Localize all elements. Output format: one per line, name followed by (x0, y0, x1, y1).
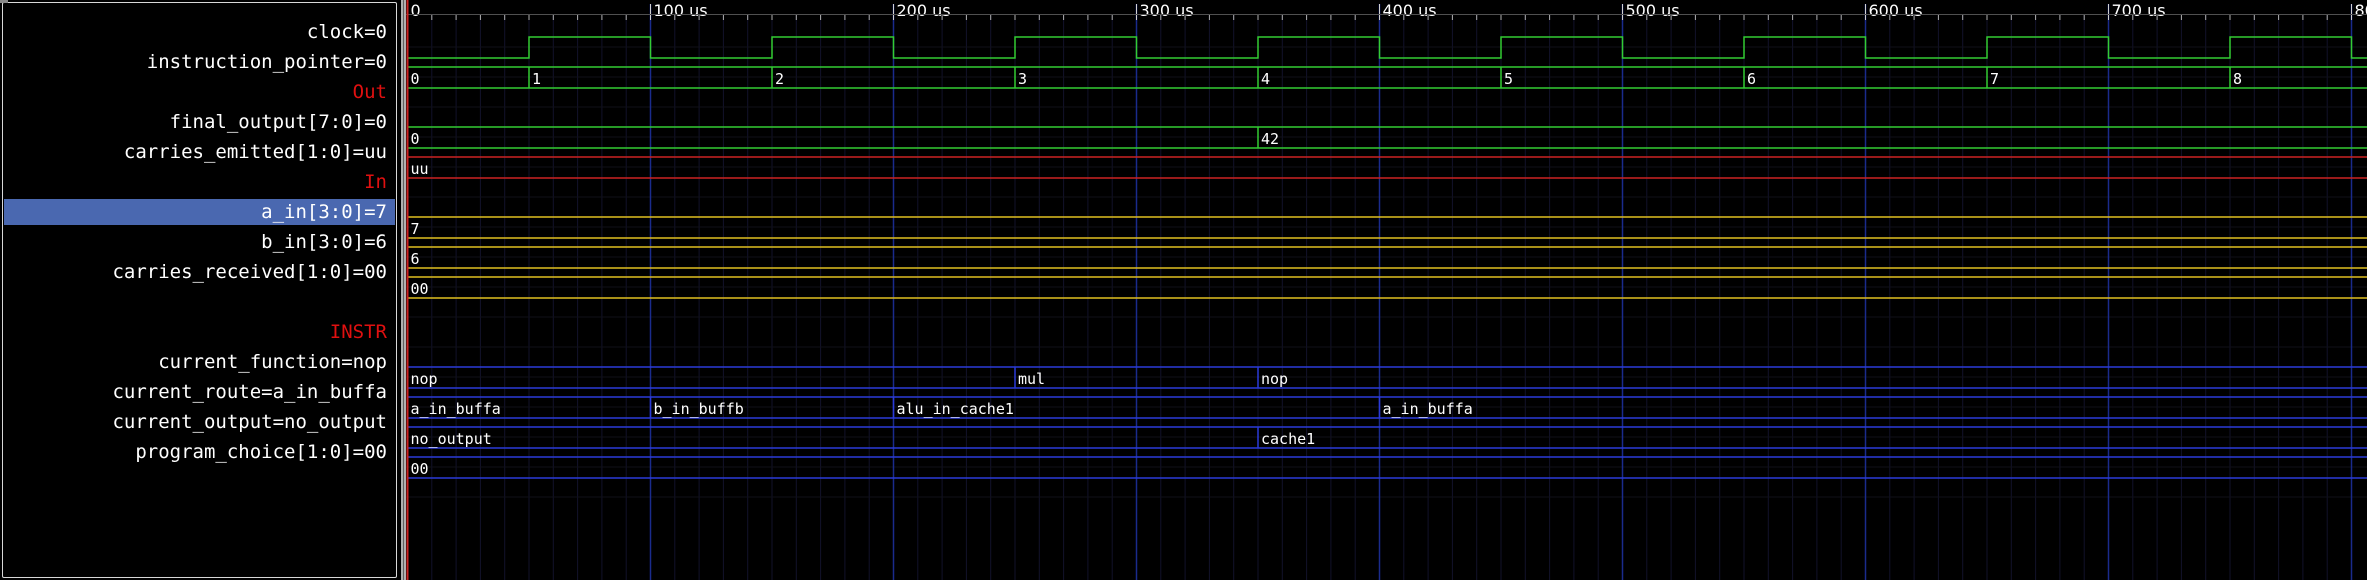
bus-value-label: 0 (411, 130, 420, 148)
bus-value-label: 42 (1261, 130, 1279, 148)
signal-value: no_output (284, 411, 387, 433)
signal-value: 6 (375, 231, 387, 253)
bus-value-label: 4 (1261, 70, 1270, 88)
signal-name: carries_emitted[1:0] (123, 141, 353, 163)
group-label-grp_out: Out (353, 79, 387, 105)
signal-value: 0 (375, 21, 387, 43)
bus-value-label: uu (411, 160, 429, 178)
equals-sign: = (364, 51, 376, 73)
signal-value: 00 (364, 261, 387, 283)
signal-name: current_function (158, 351, 342, 373)
signal-value: 0 (375, 111, 387, 133)
bus-value-label: 6 (1747, 70, 1756, 88)
group-label-grp_instr: INSTR (330, 319, 387, 345)
ruler-time-label: 600 us (1869, 1, 1923, 20)
bus-value-label: 0 (411, 70, 420, 88)
signal-row-b_in[interactable]: b_in[3:0]=6 (261, 229, 387, 255)
signal-value: nop (352, 351, 387, 373)
equals-sign: = (364, 111, 376, 133)
corner-handle (0, 0, 8, 3)
bus-value-label: 8 (2233, 70, 2242, 88)
signal-row-current_function[interactable]: current_function=nop (158, 349, 387, 375)
equals-sign: = (364, 201, 376, 223)
equals-sign: = (272, 411, 285, 433)
group-label-grp_in: In (364, 169, 387, 195)
signal-row-current_route[interactable]: current_route=a_in_buffa (112, 379, 387, 405)
bus-value-label: no_output (411, 430, 492, 448)
bus-value-label: nop (1261, 370, 1288, 388)
ruler-time-label: 700 us (2112, 1, 2166, 20)
signal-name: b_in[3:0] (261, 231, 365, 253)
signal-row-program_choice[interactable]: program_choice[1:0]=00 (135, 439, 387, 465)
waveform-canvas[interactable]: 0 100 us 200 us 300 us 400 us 500 us 600 us 700… (406, 0, 2367, 580)
signal-row-carries_emitted[interactable]: carries_emitted[1:0]=uu (124, 139, 387, 165)
equals-sign: = (341, 351, 353, 373)
signal-names-frame (2, 2, 397, 578)
bus-value-label: nop (411, 370, 438, 388)
ruler-time-label: 200 us (897, 1, 951, 20)
bus-value-label: 3 (1018, 70, 1027, 88)
signal-name: a_in[3:0] (261, 201, 365, 223)
group-label-text: Out (352, 81, 387, 103)
signal-value: 0 (375, 51, 387, 73)
bus-value-label: 6 (411, 250, 420, 268)
signal-name: current_output (112, 411, 273, 433)
signal-name: current_route (112, 381, 262, 403)
equals-sign: = (352, 441, 365, 463)
signal-row-current_output[interactable]: current_output=no_output (112, 409, 387, 435)
signal-name: instruction_pointer (146, 51, 365, 73)
equals-sign: = (364, 21, 376, 43)
bus-value-label: 1 (532, 70, 541, 88)
equals-sign: = (352, 141, 365, 163)
bus-value-label: 00 (411, 460, 429, 478)
signal-value: uu (364, 141, 387, 163)
signal-names-panel: clock=0 instruction_pointer=0 Out final_out… (0, 0, 401, 580)
signal-row-instruction_pointer[interactable]: instruction_pointer=0 (147, 49, 387, 75)
ruler-time-label: 500 us (1626, 1, 1680, 20)
bus-value-label: a_in_buffa (411, 400, 501, 418)
signal-value: 7 (375, 201, 387, 223)
equals-sign: = (364, 231, 376, 253)
group-label-text: In (364, 171, 387, 193)
bus-value-label: 7 (1990, 70, 1999, 88)
ruler-time-label: 400 us (1383, 1, 1437, 20)
bus-value-label: b_in_buffb (654, 400, 744, 418)
bus-value-label: 00 (411, 280, 429, 298)
signal-name: clock (306, 21, 365, 43)
signal-value: a_in_buffa (272, 381, 387, 403)
ruler-time-label: 0 (411, 1, 421, 20)
ruler-time-label: 100 us (654, 1, 708, 20)
signal-row-carries_received[interactable]: carries_received[1:0]=00 (112, 259, 387, 285)
equals-sign: = (352, 261, 365, 283)
bus-value-label: cache1 (1261, 430, 1315, 448)
ruler-time-label: 300 us (1140, 1, 1194, 20)
signal-row-a_in[interactable]: a_in[3:0]=7 (4, 199, 395, 225)
signal-name: final_output[7:0] (169, 111, 365, 133)
bus-value-label: mul (1018, 370, 1045, 388)
signal-name: carries_received[1:0] (112, 261, 353, 283)
signal-row-final_output[interactable]: final_output[7:0]=0 (170, 109, 387, 135)
bus-value-label: 5 (1504, 70, 1513, 88)
bus-value-label: alu_in_cache1 (897, 400, 1014, 418)
signal-value: 00 (364, 441, 387, 463)
group-label-text: INSTR (329, 321, 387, 343)
ruler-time-label: 800 us (2355, 1, 2367, 20)
signal-row-clock[interactable]: clock=0 (307, 19, 387, 45)
bus-value-label: 7 (411, 220, 420, 238)
waveform-panel[interactable]: 0 100 us 200 us 300 us 400 us 500 us 600 us 700… (406, 0, 2367, 580)
bus-value-label: a_in_buffa (1383, 400, 1473, 418)
bus-value-label: 2 (775, 70, 784, 88)
signal-name: program_choice[1:0] (135, 441, 353, 463)
equals-sign: = (261, 381, 273, 403)
